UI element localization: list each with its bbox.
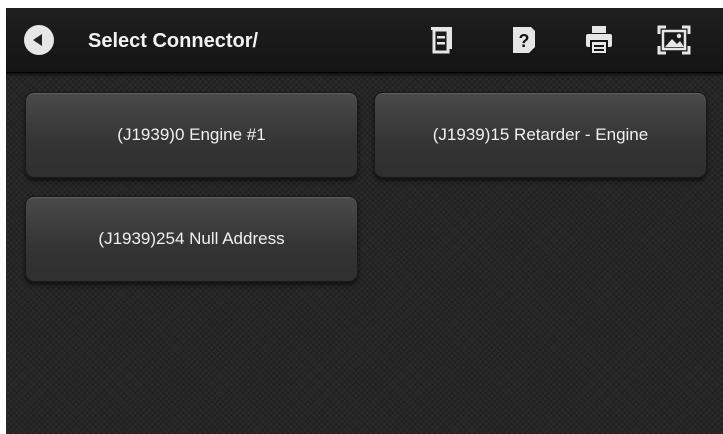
screenshot-icon[interactable] (656, 23, 692, 57)
connector-label: (J1939)15 Retarder - Engine (432, 125, 649, 144)
top-bar: Select Connector/ ? (6, 8, 723, 73)
back-icon[interactable] (24, 25, 54, 55)
app-screen: Select Connector/ ? (J1939)0 Engine #1 (… (6, 8, 723, 434)
document-icon[interactable] (423, 23, 459, 57)
help-icon[interactable]: ? (505, 23, 541, 57)
connector-button[interactable]: (J1939)15 Retarder - Engine (374, 92, 707, 178)
connector-button[interactable]: (J1939)254 Null Address (25, 196, 358, 282)
connector-label: (J1939)0 Engine #1 (117, 125, 266, 144)
connector-label: (J1939)254 Null Address (98, 229, 285, 248)
connector-button[interactable]: (J1939)0 Engine #1 (25, 92, 358, 178)
print-icon[interactable] (581, 23, 617, 57)
svg-text:?: ? (519, 31, 530, 51)
page-title: Select Connector/ (88, 30, 259, 52)
